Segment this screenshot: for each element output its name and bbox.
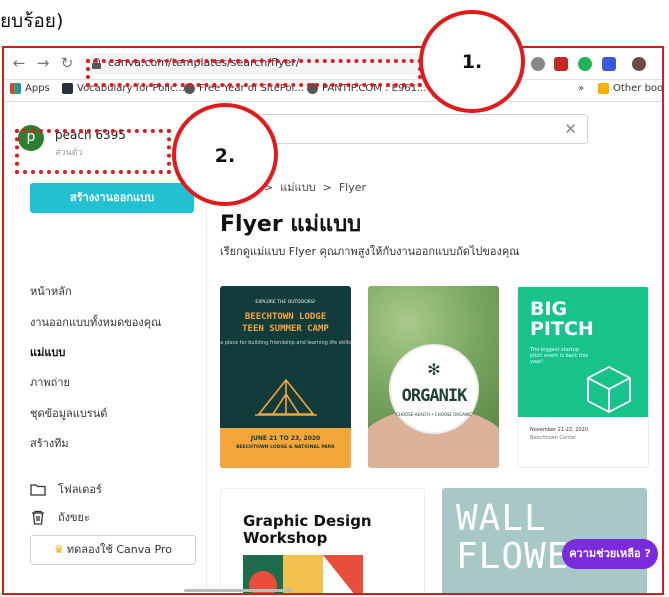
forward-arrow-icon[interactable]: → (34, 54, 52, 72)
try-canva-pro-button[interactable]: ♛ ทดลองใช้ Canva Pro (30, 535, 196, 565)
annotation-profile-highlight (15, 129, 171, 174)
top-caption: ยบร้อย) (0, 10, 64, 32)
bookmarks-overflow[interactable]: » (578, 83, 584, 94)
profile-avatar-icon[interactable] (632, 57, 646, 71)
template-card-beechtown[interactable]: EXPLORE THE OUTDOORS! BEECHTOWN LODGE TE… (220, 286, 351, 468)
folder-icon (30, 483, 46, 496)
crown-icon: ♛ (54, 543, 64, 556)
horizontal-scrollbar[interactable] (184, 589, 294, 592)
page-subtitle: เรียกดูแม่แบบ Flyer คุณภาพสูงให้กับงานออ… (220, 245, 520, 258)
sidebar-item-trash[interactable]: ถังขยะ (30, 508, 90, 526)
bookmark-apps[interactable]: Apps (10, 83, 50, 94)
annotation-marker-2: 2. (172, 103, 278, 206)
bookmark-favicon-icon (62, 83, 73, 94)
grammar-extension-icon[interactable] (578, 57, 592, 71)
annotation-url-highlight (86, 59, 422, 87)
template-card-graphic-design[interactable]: Graphic Design Workshop (220, 488, 425, 593)
bookmark-other[interactable]: Other bookmar (598, 83, 662, 94)
clear-search-icon[interactable]: ✕ (564, 120, 577, 138)
breadcrumb-flyer: Flyer (338, 181, 367, 194)
page-title: Flyer แม่แบบ (220, 212, 362, 237)
sidebar-item-photos[interactable]: ภาพถ่าย (30, 373, 70, 391)
help-button[interactable]: ความช่วยเหลือ ? (562, 539, 658, 569)
sidebar-item-all-designs[interactable]: งานออกแบบทั้งหมดของคุณ (30, 313, 161, 331)
search-input[interactable]: ✕ (248, 114, 588, 144)
tent-icon (255, 378, 317, 416)
screen-extension-icon[interactable] (602, 57, 616, 71)
breadcrumb-templates[interactable]: แม่แบบ (280, 181, 315, 194)
annotation-marker-1: 1. (419, 10, 525, 113)
template-card-organik[interactable]: ✻ ORGANIK CHOOSE HEALTH • CHOOSE ORGANIC (368, 286, 499, 468)
sidebar-item-create-team[interactable]: สร้างทีม (30, 434, 69, 452)
create-design-button[interactable]: สร้างงานออกแบบ (30, 183, 194, 213)
sidebar-item-brand-kit[interactable]: ชุดข้อมูลแบรนด์ (30, 404, 107, 422)
pdf-extension-icon[interactable] (554, 57, 568, 71)
reload-icon[interactable]: ↻ (58, 54, 76, 72)
sidebar-item-folders[interactable]: โฟลเดอร์ (30, 480, 102, 498)
leaf-icon: ✻ (427, 360, 441, 379)
template-card-big-pitch[interactable]: BIG PITCH The biggest startup pitch event… (517, 286, 649, 468)
sidebar-item-home[interactable]: หน้าหลัก (30, 282, 72, 300)
back-arrow-icon[interactable]: ← (10, 54, 28, 72)
breadcrumb-separator: > (322, 181, 332, 194)
breadcrumb: > แม่แบบ > Flyer (264, 178, 366, 196)
cube-icon (587, 365, 631, 413)
sidebar-item-templates[interactable]: แม่แบบ (30, 343, 65, 361)
extension-icon[interactable] (531, 57, 545, 71)
trash-icon (32, 510, 44, 525)
apps-grid-icon (10, 83, 21, 94)
folder-icon (598, 83, 609, 94)
